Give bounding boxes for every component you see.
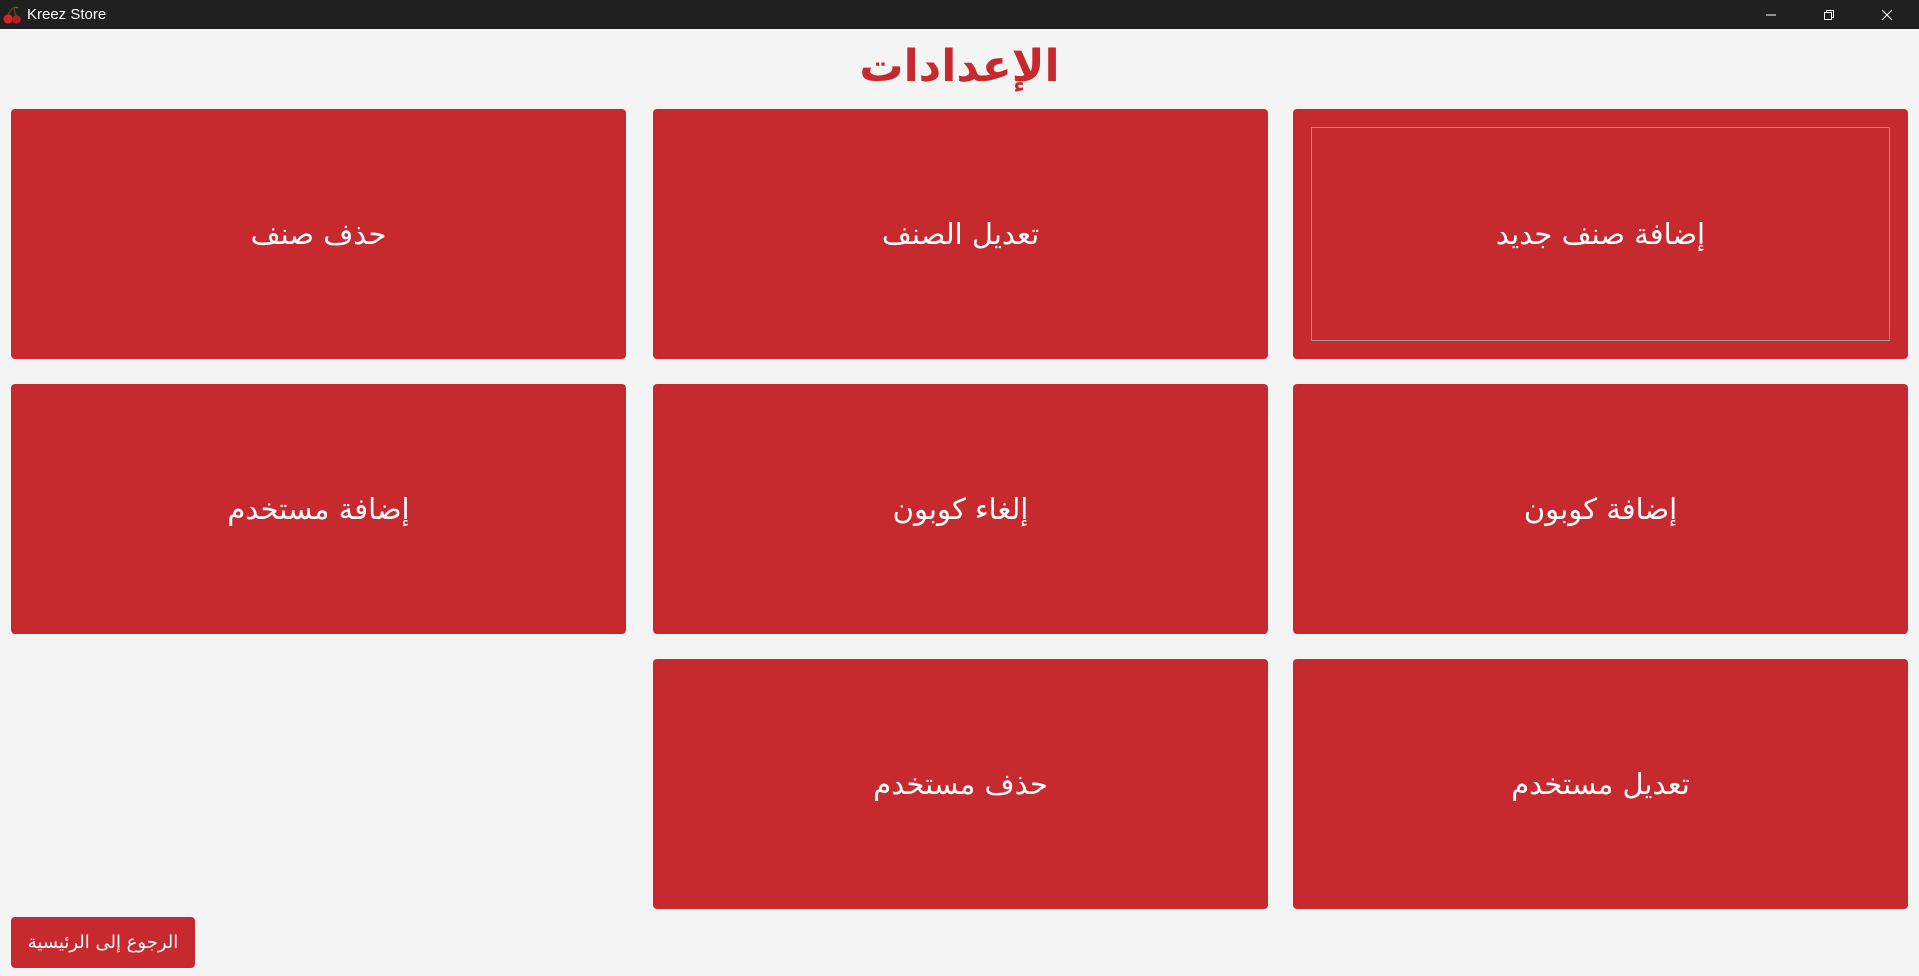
delete-user-button[interactable]: حذف مستخدم <box>653 659 1268 909</box>
add-coupon-button[interactable]: إضافة كوبون <box>1293 384 1908 634</box>
edit-user-button[interactable]: تعديل مستخدم <box>1293 659 1908 909</box>
cherries-icon <box>2 6 22 24</box>
edit-item-button[interactable]: تعديل الصنف <box>653 109 1268 359</box>
close-button[interactable] <box>1858 0 1916 29</box>
minimize-icon <box>1766 14 1776 15</box>
delete-item-button[interactable]: حذف صنف <box>11 109 626 359</box>
add-user-button[interactable]: إضافة مستخدم <box>11 384 626 634</box>
add-item-button[interactable]: إضافة صنف جديد <box>1293 109 1908 359</box>
restore-icon <box>1824 9 1834 20</box>
minimize-button[interactable] <box>1742 0 1800 29</box>
back-to-home-button[interactable]: الرجوع إلى الرئيسية <box>11 917 195 968</box>
cancel-coupon-button[interactable]: إلغاء كوبون <box>653 384 1268 634</box>
restore-button[interactable] <box>1800 0 1858 29</box>
close-icon <box>1881 9 1893 20</box>
page-title: الإعدادات <box>859 41 1060 92</box>
window-title: Kreez Store <box>27 6 107 23</box>
title-bar: Kreez Store <box>0 0 1919 29</box>
